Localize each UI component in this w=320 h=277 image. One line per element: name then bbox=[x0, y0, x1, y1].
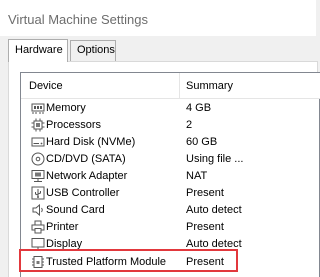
device-summary: NAT bbox=[186, 170, 208, 182]
display-icon bbox=[31, 237, 45, 251]
device-row-cd-dvd[interactable]: CD/DVD (SATA) Using file ... bbox=[21, 151, 320, 168]
device-row-sound-card[interactable]: Sound Card Auto detect bbox=[21, 202, 320, 219]
device-name: Display bbox=[46, 238, 83, 250]
device-row-hard-disk[interactable]: Hard Disk (NVMe) 60 GB bbox=[21, 134, 320, 151]
device-row-usb-controller[interactable]: USB Controller Present bbox=[21, 185, 320, 202]
processor-icon bbox=[31, 118, 45, 132]
device-name: Trusted Platform Module bbox=[46, 256, 167, 268]
device-summary: Auto detect bbox=[186, 238, 242, 250]
device-name: USB Controller bbox=[46, 187, 120, 199]
device-row-printer[interactable]: Printer Present bbox=[21, 219, 320, 236]
device-row-network-adapter[interactable]: Network Adapter NAT bbox=[21, 168, 320, 185]
memory-icon bbox=[31, 101, 45, 115]
device-name: Memory bbox=[46, 102, 86, 114]
tab-options[interactable]: Options bbox=[70, 40, 116, 61]
vm-settings-window: Virtual Machine Settings Hardware Option… bbox=[0, 0, 320, 277]
device-summary: 2 bbox=[186, 119, 193, 131]
device-name: Network Adapter bbox=[46, 170, 128, 182]
list-header: Device Summary bbox=[21, 73, 320, 99]
device-name: Processors bbox=[46, 119, 102, 131]
sound-card-icon bbox=[31, 203, 45, 217]
device-summary: Present bbox=[186, 187, 224, 199]
device-summary: Present bbox=[186, 256, 224, 268]
hard-disk-icon bbox=[31, 135, 45, 149]
device-summary: 4 GB bbox=[186, 102, 212, 114]
device-row-memory[interactable]: Memory 4 GB bbox=[21, 100, 320, 117]
device-row-processors[interactable]: Processors 2 bbox=[21, 117, 320, 134]
column-header-summary[interactable]: Summary bbox=[186, 80, 233, 92]
column-header-device[interactable]: Device bbox=[29, 80, 63, 92]
device-name: Printer bbox=[46, 221, 79, 233]
device-row-display[interactable]: Display Auto detect bbox=[21, 236, 320, 253]
device-name: Hard Disk (NVMe) bbox=[46, 136, 136, 148]
device-summary: Auto detect bbox=[186, 204, 242, 216]
device-name: Sound Card bbox=[46, 204, 105, 216]
device-list[interactable]: Device Summary Memory 4 GB Processors 2 … bbox=[20, 72, 320, 277]
printer-icon bbox=[31, 220, 45, 234]
title-bar: Virtual Machine Settings bbox=[0, 0, 316, 36]
cd-dvd-icon bbox=[31, 152, 45, 166]
tpm-chip-icon bbox=[31, 255, 45, 269]
tab-hardware[interactable]: Hardware bbox=[8, 39, 68, 62]
device-summary: 60 GB bbox=[186, 136, 218, 148]
usb-controller-icon bbox=[31, 186, 45, 200]
device-summary: Present bbox=[186, 221, 224, 233]
device-row-trusted-platform-module[interactable]: Trusted Platform Module Present bbox=[21, 254, 320, 271]
column-divider[interactable] bbox=[179, 73, 180, 98]
network-adapter-icon bbox=[31, 169, 45, 183]
header-divider bbox=[21, 98, 320, 99]
device-summary: Using file ... bbox=[186, 153, 244, 165]
window-title: Virtual Machine Settings bbox=[8, 12, 148, 27]
device-name: CD/DVD (SATA) bbox=[46, 153, 126, 165]
